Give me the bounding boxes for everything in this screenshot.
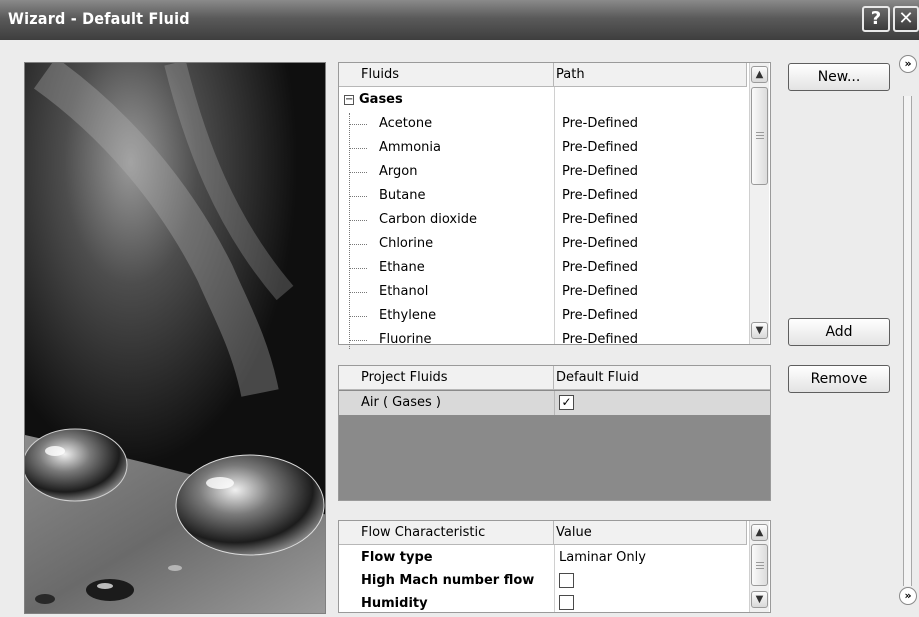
tree-branch (349, 148, 367, 149)
list-item[interactable]: Ethylene Pre-Defined (339, 304, 747, 328)
column-header-path[interactable]: Path (554, 63, 747, 87)
fluid-path: Pre-Defined (562, 308, 639, 323)
tree-branch (349, 316, 367, 317)
project-fluid-name: Air ( Gases ) (361, 395, 441, 410)
fluid-path: Pre-Defined (562, 164, 639, 179)
grip-line (756, 568, 764, 569)
flow-characteristics-table: Flow Characteristic Value Flow type Lami… (338, 520, 771, 613)
project-fluid-row[interactable]: Air ( Gases ) ✓ (339, 391, 770, 415)
scroll-up-icon[interactable]: ▲ (751, 524, 768, 541)
grip-line (756, 562, 764, 563)
collapse-icon[interactable]: − (344, 95, 354, 105)
scroll-down-icon[interactable]: ▼ (751, 591, 768, 608)
tree-branch (349, 244, 367, 245)
fluid-path: Pre-Defined (562, 260, 639, 275)
scroll-thumb[interactable] (751, 544, 768, 586)
fluid-path: Pre-Defined (562, 188, 639, 203)
list-item[interactable]: Carbon dioxide Pre-Defined (339, 208, 747, 232)
side-panel-scroll-track (903, 96, 912, 586)
fluid-path: Pre-Defined (562, 212, 639, 227)
column-header-value[interactable]: Value (554, 521, 747, 545)
fluid-path: Pre-Defined (562, 332, 639, 345)
fluid-path: Pre-Defined (562, 140, 639, 155)
flow-row-high-mach[interactable]: High Mach number flow (339, 569, 747, 593)
tree-branch (349, 172, 367, 173)
list-item[interactable]: Ethanol Pre-Defined (339, 280, 747, 304)
column-header-flow-characteristic[interactable]: Flow Characteristic (339, 521, 554, 545)
default-fluid-checkbox[interactable]: ✓ (559, 395, 574, 410)
tree-branch (349, 220, 367, 221)
high-mach-label: High Mach number flow (361, 573, 535, 588)
column-header-default-fluid[interactable]: Default Fluid (554, 366, 770, 390)
flow-type-label: Flow type (361, 550, 433, 565)
list-item[interactable]: Ammonia Pre-Defined (339, 136, 747, 160)
fluid-name: Carbon dioxide (379, 212, 477, 227)
scroll-thumb[interactable] (751, 87, 768, 185)
flow-row-flow-type[interactable]: Flow type Laminar Only (339, 546, 747, 570)
list-item[interactable]: Butane Pre-Defined (339, 184, 747, 208)
grip-line (756, 138, 764, 139)
project-fluids-table: Project Fluids Default Fluid Air ( Gases… (338, 365, 771, 501)
fluid-name: Ammonia (379, 140, 441, 155)
fluid-path: Pre-Defined (562, 284, 639, 299)
expand-panel-icon[interactable]: » (899, 55, 917, 73)
grip-line (756, 132, 764, 133)
fluids-table: Fluids Path − Gases Acetone Pre-Defined A… (338, 62, 771, 349)
column-header-project-fluids[interactable]: Project Fluids (339, 366, 554, 390)
title-bar: Wizard - Default Fluid ? ✕ (0, 0, 919, 40)
project-table-header: Project Fluids Default Fluid (339, 366, 770, 390)
fluid-name: Chlorine (379, 236, 434, 251)
fluid-name: Argon (379, 164, 418, 179)
flow-row-humidity[interactable]: Humidity (339, 592, 747, 612)
flow-type-value[interactable]: Laminar Only (559, 546, 646, 570)
flow-table-header: Flow Characteristic Value (339, 521, 747, 545)
add-button[interactable]: Add (788, 318, 890, 346)
grip-line (756, 135, 764, 136)
list-item[interactable]: Argon Pre-Defined (339, 160, 747, 184)
fluids-table-header: Fluids Path (339, 63, 747, 87)
expand-panel-bottom-icon[interactable]: » (899, 587, 917, 605)
window-title: Wizard - Default Fluid (8, 9, 190, 28)
fluid-name: Ethanol (379, 284, 429, 299)
flow-scrollbar[interactable]: ▲ ▼ (749, 521, 769, 612)
remove-button[interactable]: Remove (788, 365, 890, 393)
tree-branch (349, 124, 367, 125)
fluid-path: Pre-Defined (562, 116, 639, 131)
fluid-name: Ethylene (379, 308, 437, 323)
column-divider (554, 391, 555, 415)
list-item[interactable]: Chlorine Pre-Defined (339, 232, 747, 256)
scroll-up-icon[interactable]: ▲ (751, 66, 768, 83)
group-label: Gases (359, 92, 403, 107)
high-mach-checkbox[interactable] (559, 573, 574, 588)
fluid-name: Butane (379, 188, 426, 203)
grip-line (756, 565, 764, 566)
fluid-name: Ethane (379, 260, 425, 275)
humidity-label: Humidity (361, 596, 428, 611)
fluid-path: Pre-Defined (562, 236, 639, 251)
tree-branch (349, 196, 367, 197)
fluid-name: Acetone (379, 116, 433, 131)
list-item[interactable]: Acetone Pre-Defined (339, 112, 747, 136)
tree-branch (349, 268, 367, 269)
column-header-fluids[interactable]: Fluids (339, 63, 554, 87)
tree-branch (349, 340, 367, 341)
help-button[interactable]: ? (862, 6, 890, 32)
wizard-illustration (24, 62, 326, 614)
humidity-checkbox[interactable] (559, 595, 574, 610)
list-item[interactable]: Fluorine Pre-Defined (339, 328, 747, 345)
tree-group-gases[interactable]: − Gases (339, 88, 747, 112)
fluid-name: Fluorine (379, 332, 432, 345)
close-button[interactable]: ✕ (893, 6, 919, 32)
fluids-scrollbar[interactable]: ▲ ▼ (749, 63, 769, 344)
tree-branch (349, 292, 367, 293)
scroll-down-icon[interactable]: ▼ (751, 322, 768, 339)
new-button[interactable]: New... (788, 63, 890, 91)
list-item[interactable]: Ethane Pre-Defined (339, 256, 747, 280)
